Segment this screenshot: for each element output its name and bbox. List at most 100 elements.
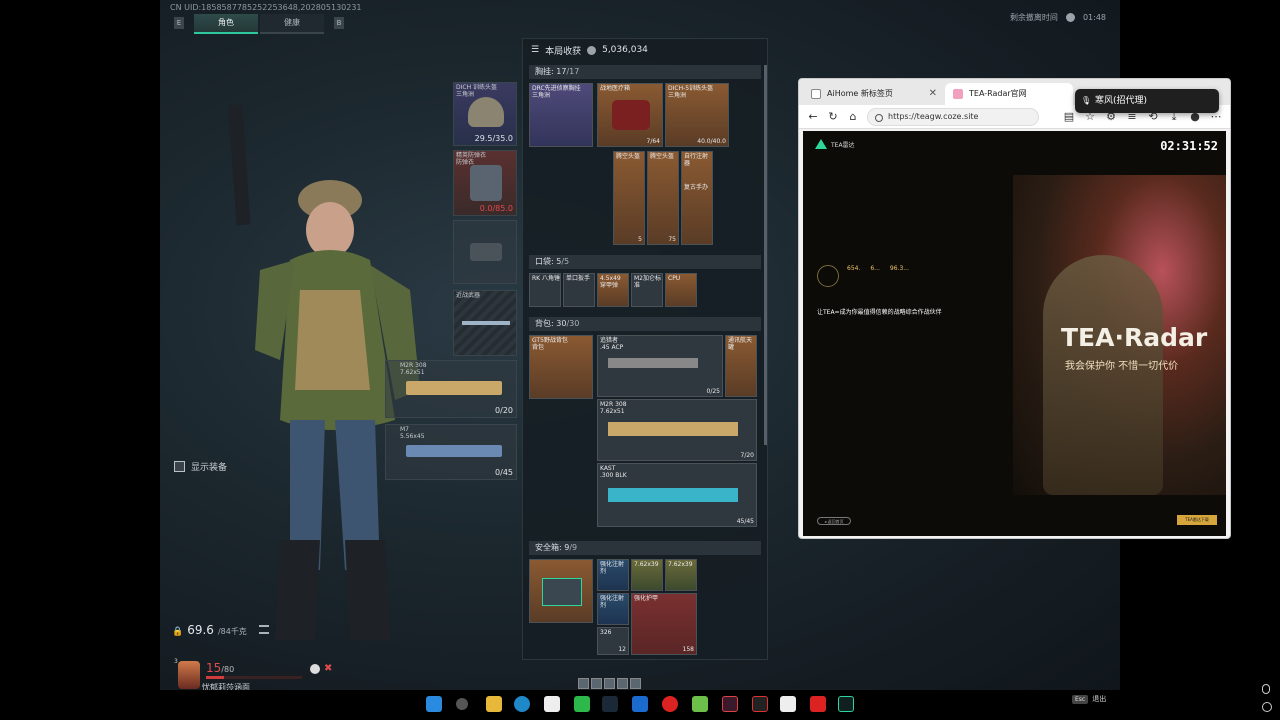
tab-title: AiHome 新标签页	[827, 89, 893, 98]
back-home-button[interactable]: ◂ 返回首页	[817, 517, 851, 525]
item-label: 自行注射器	[684, 153, 709, 167]
item-helmet[interactable]: DICH-5训练头盔 三角洲 40.0/40.0	[665, 83, 729, 147]
rifle-icon	[608, 422, 738, 436]
safe-item-2[interactable]: 7.62x39	[631, 559, 663, 591]
item-injector[interactable]: 自行注射器 复古手办	[681, 151, 713, 245]
tab-right-key[interactable]: B	[334, 17, 344, 29]
gun-item-1b[interactable]: 通讯航天罐	[725, 335, 757, 397]
close-icon[interactable]: ✕	[929, 83, 937, 105]
promo-title: 让TEA=成为你最值得信赖的战略综合作战伙伴	[817, 309, 942, 316]
pocket-item-2[interactable]: 单口扳手	[563, 273, 595, 307]
item-rig[interactable]: DRC先进侦察胸挂 三角洲	[529, 83, 593, 147]
primary-weapon-slot[interactable]: M2R 308 7.62x51 0/20	[385, 360, 517, 418]
clock-icon	[1065, 13, 1075, 22]
loot-scrollbar[interactable]	[764, 65, 767, 445]
show-equipment-toggle[interactable]: 显示装备	[174, 460, 227, 473]
pocket-item-5[interactable]: CPU	[665, 273, 697, 307]
quick-slot[interactable]	[630, 678, 641, 689]
nvidia-icon[interactable]	[692, 696, 708, 712]
safebox-item[interactable]	[529, 559, 593, 623]
exit-label: 退出	[1092, 695, 1107, 703]
pistol-slot[interactable]	[453, 220, 517, 284]
helmet-slot[interactable]: DICH 训练头盔 三角洲 29.5/35.0	[453, 82, 517, 146]
tab-left-key[interactable]: E	[174, 17, 184, 29]
mic-icon[interactable]	[1262, 684, 1270, 694]
gun-item-2[interactable]: M2R 308 7.62x51 7/20	[597, 399, 757, 461]
item-label: 腾空头盔	[650, 153, 675, 160]
secondary-weapon-slot[interactable]: M7 5.56x45 0/45	[385, 424, 517, 480]
show-equipment-checkbox[interactable]	[174, 461, 185, 472]
safe-item-6[interactable]: 326 12	[597, 627, 629, 655]
safe-item-5[interactable]: 强化护甲 158	[631, 593, 697, 655]
safe-item-4[interactable]: 强化注射剂	[597, 593, 629, 625]
helmet-label: DICH 训练头盔 三角洲	[456, 84, 497, 98]
qq-icon[interactable]	[544, 696, 560, 712]
tea-radar-icon[interactable]	[838, 696, 854, 712]
carry-weight: 🔒 69.6 /84千克	[172, 623, 269, 637]
back-icon[interactable]: ←	[807, 110, 819, 123]
browser-tab-tearadar[interactable]: TEA-Radar官网	[945, 83, 1073, 105]
armor-slot[interactable]: 精英防弹衣 防弹衣 0.0/85.0	[453, 150, 517, 216]
skull-icon	[310, 664, 320, 674]
chest-rig-header: 胸挂: 17/17	[529, 65, 761, 79]
rifle2-icon	[406, 445, 502, 457]
reader-icon[interactable]: ▤	[1063, 110, 1075, 124]
tab-character[interactable]: 角色	[194, 14, 258, 34]
record-icon[interactable]	[1262, 702, 1272, 712]
backpack-item[interactable]: GT5野战背包 背包	[529, 335, 593, 399]
item-label: 追猎者 .45 ACP	[600, 337, 624, 351]
item-label: CPU	[668, 275, 681, 282]
browser-tab-newtab[interactable]: AiHome 新标签页 ✕	[803, 83, 943, 105]
item-shell-a[interactable]: 腾空头盔 5	[613, 151, 645, 245]
item-value: 75	[668, 236, 676, 243]
esc-key[interactable]: Esc	[1072, 694, 1089, 704]
wechat-icon[interactable]	[574, 696, 590, 712]
item-label: 单口扳手	[566, 275, 591, 282]
chest-max: /17	[566, 67, 580, 76]
item-value: 7/64	[646, 138, 660, 145]
tab-health[interactable]: 健康	[260, 14, 324, 34]
quick-slot[interactable]	[617, 678, 628, 689]
gun-item-1[interactable]: 追猎者 .45 ACP 0/25	[597, 335, 723, 397]
netease-icon[interactable]	[662, 696, 678, 712]
app-icon[interactable]	[632, 696, 648, 712]
item-shell-b[interactable]: 腾空头盔 75	[647, 151, 679, 245]
avatar	[178, 661, 200, 689]
search-icon[interactable]	[456, 698, 468, 710]
pocket-item-1[interactable]: RK 八角锤	[529, 273, 561, 307]
pocket-item-3[interactable]: 4.5x49 穿甲弹	[597, 273, 629, 307]
gun-item-3[interactable]: KAST .300 BLK 45/45	[597, 463, 757, 527]
download-button[interactable]: TEA雷达下载	[1177, 515, 1217, 525]
uid-label: CN UID:1858587785252253648,202805130231	[170, 3, 362, 12]
quick-slot[interactable]	[578, 678, 589, 689]
item-label: DICH-5训练头盔 三角洲	[668, 85, 714, 99]
tab-title: TEA-Radar官网	[969, 89, 1027, 98]
stat-1: 654.	[847, 265, 861, 272]
list-icon[interactable]	[258, 625, 269, 634]
file-explorer-icon[interactable]	[486, 696, 502, 712]
menu-icon[interactable]: ☰	[531, 45, 539, 55]
weight-value: 69.6	[187, 623, 214, 637]
start-icon[interactable]	[426, 696, 442, 712]
loot-panel: ☰ 本局收获 5,036,034 胸挂: 17/17 DRC先进侦察胸挂 三角洲…	[522, 38, 768, 660]
media-icon[interactable]	[722, 696, 738, 712]
home-icon[interactable]: ⌂	[847, 110, 859, 123]
safe-item-1[interactable]: 强化注射剂	[597, 559, 629, 591]
site-logo[interactable]: TEA雷达	[815, 139, 855, 149]
item-medkit[interactable]: 战地医疗箱 7/64	[597, 83, 663, 147]
bilibili-icon[interactable]	[780, 696, 796, 712]
pocket-item-4[interactable]: M2加仑标准	[631, 273, 663, 307]
edge-icon[interactable]	[514, 696, 530, 712]
melee-slot[interactable]: 近战武器	[453, 290, 517, 356]
quick-slot[interactable]	[591, 678, 602, 689]
wps-icon[interactable]	[810, 696, 826, 712]
item-label: GT5野战背包 背包	[532, 337, 568, 351]
quick-slot[interactable]	[604, 678, 615, 689]
steam-icon[interactable]	[602, 696, 618, 712]
game-icon[interactable]	[752, 696, 768, 712]
reload-icon[interactable]: ↻	[827, 110, 839, 123]
address-bar[interactable]: https://teagw.coze.site	[867, 107, 1039, 126]
backpack-header: 背包: 30/30	[529, 317, 761, 331]
hp-readout: 15/80	[206, 661, 234, 675]
safe-item-3[interactable]: 7.62x39	[665, 559, 697, 591]
